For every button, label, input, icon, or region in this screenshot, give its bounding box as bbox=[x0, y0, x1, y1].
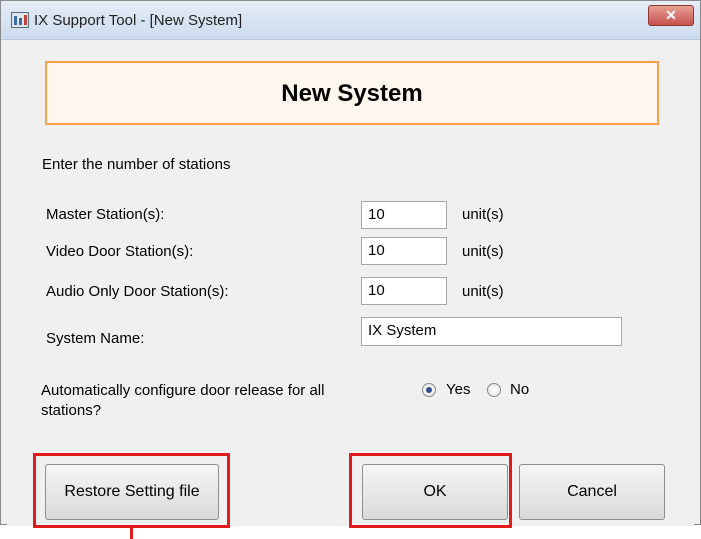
no-radio-label[interactable]: No bbox=[510, 381, 529, 398]
audio-door-input[interactable]: 10 bbox=[361, 277, 447, 305]
app-icon bbox=[11, 12, 29, 28]
yes-radio[interactable] bbox=[422, 383, 436, 397]
window-title: IX Support Tool - [New System] bbox=[34, 12, 243, 29]
dialog-window: IX Support Tool - [New System] ✕ New Sys… bbox=[0, 0, 701, 526]
door-release-question-line2: stations? bbox=[41, 402, 102, 419]
title-bar: IX Support Tool - [New System] ✕ bbox=[1, 1, 700, 40]
close-button[interactable]: ✕ bbox=[648, 5, 694, 26]
master-station-input[interactable]: 10 bbox=[361, 201, 447, 229]
ok-highlight-box bbox=[349, 453, 512, 528]
callout-line bbox=[130, 525, 133, 539]
door-release-question-line1: Automatically configure door release for… bbox=[41, 382, 325, 399]
intro-text: Enter the number of stations bbox=[42, 156, 231, 173]
master-station-label: Master Station(s): bbox=[46, 206, 165, 223]
audio-door-label: Audio Only Door Station(s): bbox=[46, 283, 229, 300]
video-door-unit: unit(s) bbox=[462, 243, 504, 260]
audio-door-unit: unit(s) bbox=[462, 283, 504, 300]
cancel-button[interactable]: Cancel bbox=[519, 464, 665, 520]
restore-highlight-box bbox=[33, 453, 230, 528]
system-name-input[interactable]: IX System bbox=[361, 317, 622, 346]
header-banner: New System bbox=[45, 61, 659, 125]
yes-radio-label[interactable]: Yes bbox=[446, 381, 470, 398]
no-radio[interactable] bbox=[487, 383, 501, 397]
master-station-unit: unit(s) bbox=[462, 206, 504, 223]
video-door-label: Video Door Station(s): bbox=[46, 243, 194, 260]
system-name-label: System Name: bbox=[46, 330, 145, 347]
video-door-input[interactable]: 10 bbox=[361, 237, 447, 265]
page-title: New System bbox=[281, 80, 423, 107]
